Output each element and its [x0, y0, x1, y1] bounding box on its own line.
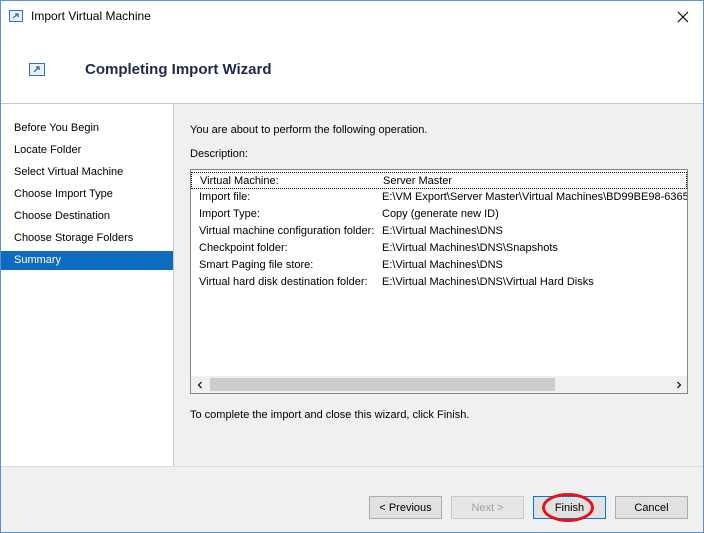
description-row[interactable]: Import Type: Copy (generate new ID) — [191, 206, 687, 223]
scroll-right-button[interactable] — [670, 376, 687, 393]
wizard-steps-nav: Before You Begin Locate Folder Select Vi… — [1, 104, 174, 466]
description-key: Virtual machine configuration folder: — [199, 225, 375, 237]
description-row[interactable]: Virtual hard disk destination folder: E:… — [191, 274, 687, 291]
description-value: E:\Virtual Machines\DNS\Virtual Hard Dis… — [382, 276, 594, 288]
scrollbar-thumb[interactable] — [210, 378, 555, 391]
cancel-button[interactable]: Cancel — [615, 496, 688, 519]
description-row[interactable]: Virtual Machine: Server Master — [191, 172, 687, 189]
nav-item-summary[interactable]: Summary — [1, 251, 173, 270]
close-button[interactable] — [663, 1, 703, 32]
wizard-footer: < Previous Next > Finish Cancel — [1, 466, 703, 532]
description-key: Import Type: — [199, 208, 260, 220]
description-key: Smart Paging file store: — [199, 259, 314, 271]
description-value: E:\Virtual Machines\DNS — [382, 225, 503, 237]
chevron-right-icon — [676, 381, 681, 388]
description-value: E:\VM Export\Server Master\Virtual Machi… — [382, 191, 688, 203]
nav-item-before-you-begin[interactable]: Before You Begin — [1, 119, 173, 138]
vm-import-icon — [29, 63, 45, 76]
next-button: Next > — [451, 496, 524, 519]
previous-button[interactable]: < Previous — [369, 496, 442, 519]
description-box[interactable]: Virtual Machine: Server Master Import fi… — [190, 169, 688, 394]
nav-item-locate-folder[interactable]: Locate Folder — [1, 141, 173, 160]
description-value: E:\Virtual Machines\DNS\Snapshots — [382, 242, 558, 254]
description-key: Virtual Machine: — [200, 175, 279, 187]
nav-item-choose-destination[interactable]: Choose Destination — [1, 207, 173, 226]
import-wizard-window: Import Virtual Machine Completing Import… — [0, 0, 704, 533]
vm-import-icon — [9, 10, 23, 22]
description-value: E:\Virtual Machines\DNS — [382, 259, 503, 271]
description-key: Virtual hard disk destination folder: — [199, 276, 368, 288]
close-icon — [677, 11, 689, 22]
description-row[interactable]: Checkpoint folder: E:\Virtual Machines\D… — [191, 240, 687, 257]
nav-item-choose-import-type[interactable]: Choose Import Type — [1, 185, 173, 204]
intro-text: You are about to perform the following o… — [190, 124, 428, 136]
scroll-left-button[interactable] — [191, 376, 208, 393]
description-label: Description: — [190, 148, 249, 160]
description-key: Import file: — [199, 191, 251, 203]
wizard-header: Completing Import Wizard — [1, 32, 703, 104]
finish-button[interactable]: Finish — [533, 496, 606, 519]
description-row[interactable]: Import file: E:\VM Export\Server Master\… — [191, 189, 687, 206]
summary-panel: You are about to perform the following o… — [175, 104, 703, 466]
description-row[interactable]: Virtual machine configuration folder: E:… — [191, 223, 687, 240]
description-value: Server Master — [383, 175, 453, 187]
description-key: Checkpoint folder: — [199, 242, 288, 254]
description-value: Copy (generate new ID) — [382, 208, 499, 220]
nav-item-select-virtual-machine[interactable]: Select Virtual Machine — [1, 163, 173, 182]
title-bar[interactable]: Import Virtual Machine — [1, 1, 703, 32]
nav-item-choose-storage-folders[interactable]: Choose Storage Folders — [1, 229, 173, 248]
window-title: Import Virtual Machine — [31, 9, 151, 23]
description-row[interactable]: Smart Paging file store: E:\Virtual Mach… — [191, 257, 687, 274]
page-title: Completing Import Wizard — [85, 61, 272, 78]
chevron-left-icon — [197, 381, 202, 388]
horizontal-scrollbar[interactable] — [191, 376, 687, 393]
completion-instructions: To complete the import and close this wi… — [190, 409, 470, 421]
